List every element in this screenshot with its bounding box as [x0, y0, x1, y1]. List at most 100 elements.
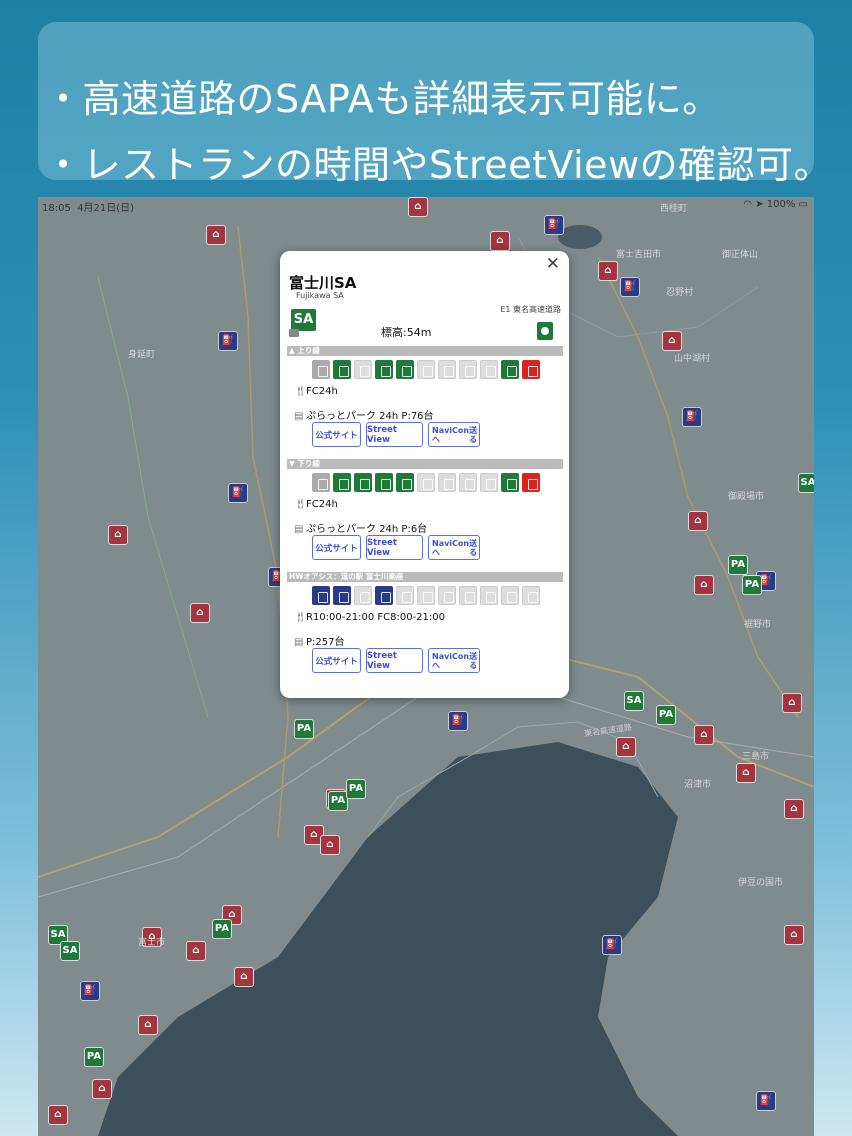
sapa-detail-popup: ✕ 富士川SA Fujikawa SA E1 東名高速道路 SA 標高:54m …	[280, 251, 569, 698]
map-marker-roadside-station[interactable]: ⌂	[92, 1079, 112, 1099]
wifi-icon	[501, 586, 519, 605]
map-marker-service-area[interactable]: ⛽	[448, 711, 468, 731]
snack-icon	[354, 473, 372, 492]
popup-title: 富士川SA	[289, 274, 357, 292]
eco-icon	[537, 322, 553, 340]
map-marker-roadside-station[interactable]: ⌂	[138, 1015, 158, 1035]
map-marker-service-area[interactable]: ⛽	[682, 407, 702, 427]
street-view-button[interactable]: Street View	[366, 422, 423, 447]
section-header-down: ▼ 下り線	[287, 459, 563, 469]
map-marker-roadside-station[interactable]: ⌂	[206, 225, 226, 245]
food-court-icon	[333, 473, 351, 492]
map-label: 裾野市	[744, 620, 772, 630]
map-label: 身延町	[128, 350, 156, 360]
elevation-label: 標高:54m	[381, 326, 432, 339]
map-marker-service-area[interactable]: ⛽	[80, 981, 100, 1001]
map-marker-roadside-station[interactable]: ⌂	[616, 737, 636, 757]
hotel-icon	[480, 473, 498, 492]
street-view-button[interactable]: Street View	[366, 535, 423, 560]
food-court-icon	[333, 586, 351, 605]
atm-icon	[459, 586, 477, 605]
wifi-icon	[501, 360, 519, 379]
route-label: E1 東名高速道路	[500, 305, 561, 314]
parking-info-up: ▤ ぷらっとパーク 24h P:76台	[294, 411, 434, 422]
food-hours-up: 🍴︎FC24h	[294, 386, 338, 397]
send-navicon-button[interactable]: NaviConへ 送る	[428, 422, 480, 447]
device-screen: 18:05 4月21日(日) ◠ ➤ 100% ▭ ⌂ ⌂ ⌂ ⌂ ⌂ ⌂ ⌂ …	[38, 197, 814, 1136]
fork-knife-icon: 🍴︎	[294, 612, 307, 623]
official-site-button[interactable]: 公式サイト	[312, 535, 361, 560]
send-navicon-button[interactable]: NaviConへ 送る	[428, 648, 480, 673]
map-marker-pa[interactable]: PA	[294, 719, 314, 739]
food-court-icon	[333, 360, 351, 379]
map-marker-roadside-station[interactable]: ⌂	[784, 799, 804, 819]
map-marker-roadside-station[interactable]: ⌂	[190, 603, 210, 623]
parking-icon	[289, 329, 299, 337]
map-marker-roadside-station[interactable]: ⌂	[782, 693, 802, 713]
official-site-button[interactable]: 公式サイト	[312, 648, 361, 673]
map-marker-roadside-station[interactable]: ⌂	[186, 941, 206, 961]
parking-info-oasis: ▤ P:257台	[294, 637, 345, 648]
map-marker-roadside-station[interactable]: ⌂	[48, 1105, 68, 1125]
map-marker-sa[interactable]: SA	[60, 941, 80, 961]
convenience-icon	[396, 473, 414, 492]
map-label: 御殿場市	[728, 492, 765, 502]
map-marker-service-area[interactable]: ⛽	[228, 483, 248, 503]
map-marker-service-area[interactable]: ⛽	[602, 935, 622, 955]
map-marker-roadside-station[interactable]: ⌂	[694, 575, 714, 595]
map-label: 伊豆の国市	[738, 878, 784, 888]
official-site-button[interactable]: 公式サイト	[312, 422, 361, 447]
map-marker-service-area[interactable]: ⛽	[218, 331, 238, 351]
atm-icon	[459, 473, 477, 492]
gas-station-icon	[522, 360, 540, 379]
map-marker-roadside-station[interactable]: ⌂	[408, 197, 428, 217]
bath-icon	[438, 473, 456, 492]
map-marker-sa[interactable]: SA	[624, 691, 644, 711]
map-label: 富士市	[138, 938, 166, 948]
map-marker-service-area[interactable]: ⛽	[620, 277, 640, 297]
map-marker-roadside-station[interactable]: ⌂	[736, 763, 756, 783]
map-marker-pa[interactable]: PA	[742, 575, 762, 595]
street-view-button[interactable]: Street View	[366, 648, 423, 673]
convenience-icon	[396, 360, 414, 379]
map-marker-sa[interactable]: SA	[798, 473, 814, 493]
facility-icons-down	[312, 473, 540, 492]
gas-station-icon	[522, 473, 540, 492]
map-marker-pa[interactable]: PA	[84, 1047, 104, 1067]
map-marker-roadside-station[interactable]: ⌂	[784, 925, 804, 945]
map-label: 御正体山	[722, 250, 759, 260]
shower-icon	[417, 473, 435, 492]
map-marker-roadside-station[interactable]: ⌂	[320, 835, 340, 855]
fork-knife-icon: 🍴︎	[294, 499, 307, 510]
map-marker-pa[interactable]: PA	[328, 791, 348, 811]
bath-icon	[438, 360, 456, 379]
map-marker-roadside-station[interactable]: ⌂	[662, 331, 682, 351]
map-marker-roadside-station[interactable]: ⌂	[490, 231, 510, 251]
send-navicon-button[interactable]: NaviConへ 送る	[428, 535, 480, 560]
shop-icon	[375, 360, 393, 379]
promo-banner: ・高速道路のSAPAも詳細表示可能に。 ・レストランの時間やStreetView…	[38, 22, 832, 187]
shower-icon	[417, 360, 435, 379]
map-marker-roadside-station[interactable]: ⌂	[688, 511, 708, 531]
status-time: 18:05 4月21日(日)	[42, 203, 135, 214]
link-buttons-down: 公式サイト Street View NaviConへ 送る	[312, 535, 480, 560]
map-marker-roadside-station[interactable]: ⌂	[234, 967, 254, 987]
map-marker-roadside-station[interactable]: ⌂	[694, 725, 714, 745]
map-marker-roadside-station[interactable]: ⌂	[108, 525, 128, 545]
banner-line-2: ・レストランの時間やStreetViewの確認可。	[44, 143, 833, 187]
wifi-icon	[501, 473, 519, 492]
map-marker-pa[interactable]: PA	[728, 555, 748, 575]
food-hours-oasis: 🍴︎R10:00-21:00 FC8:00-21:00	[294, 612, 445, 623]
restaurant-icon	[312, 586, 330, 605]
battery-icon: ▭	[798, 199, 808, 210]
map-label: 西桂町	[660, 204, 688, 214]
close-icon[interactable]: ✕	[546, 254, 560, 274]
map-marker-service-area[interactable]: ⛽	[756, 1091, 776, 1111]
map-marker-pa[interactable]: PA	[212, 919, 232, 939]
map-marker-service-area[interactable]: ⛽	[544, 215, 564, 235]
map-marker-pa[interactable]: PA	[656, 705, 676, 725]
parking-icon: ▤	[294, 411, 304, 422]
map-marker-pa[interactable]: PA	[346, 779, 366, 799]
shop-icon	[375, 473, 393, 492]
map-marker-roadside-station[interactable]: ⌂	[598, 261, 618, 281]
